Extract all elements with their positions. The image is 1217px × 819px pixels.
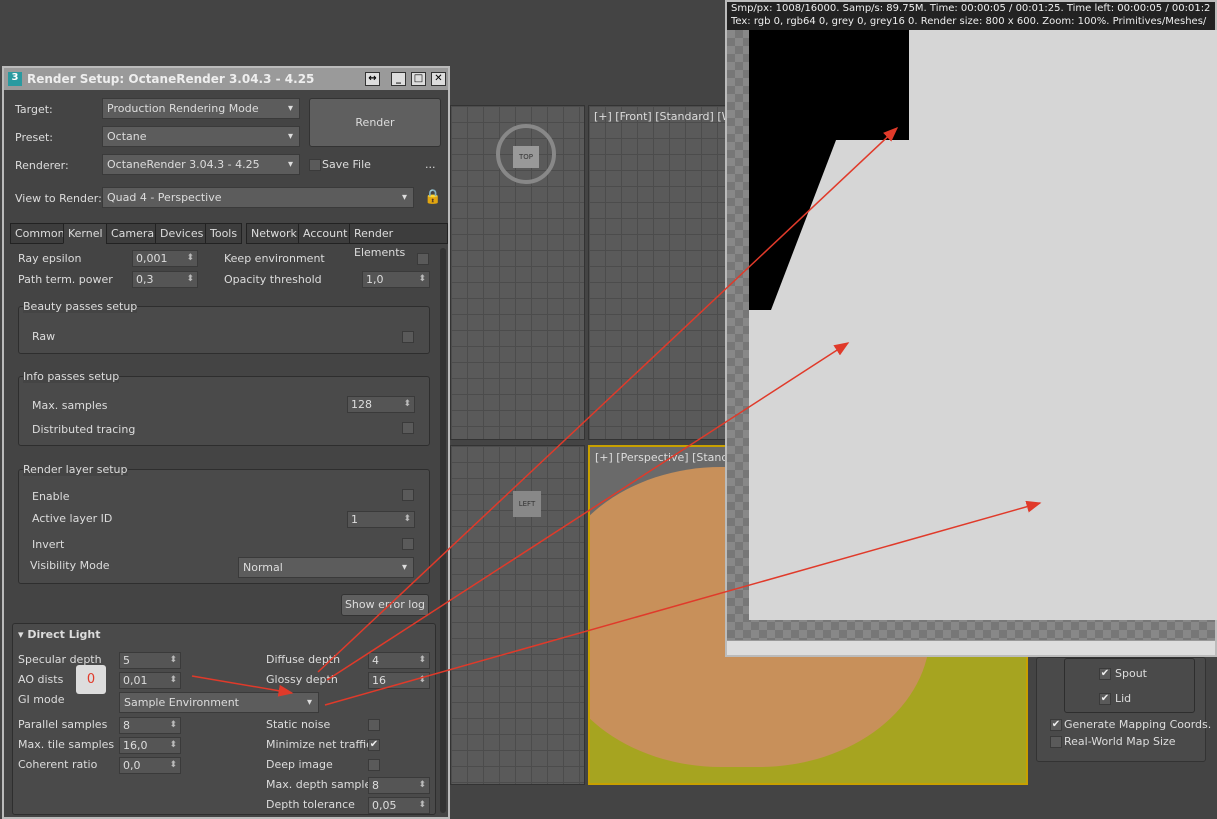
arrow-to-artifact-1 [317, 126, 899, 673]
arrow-to-artifact-3 [324, 500, 1042, 706]
arrow-to-artifact-2 [326, 342, 850, 681]
arrow-ao-to-gi [191, 675, 294, 697]
annotation-arrows [191, 126, 1042, 706]
